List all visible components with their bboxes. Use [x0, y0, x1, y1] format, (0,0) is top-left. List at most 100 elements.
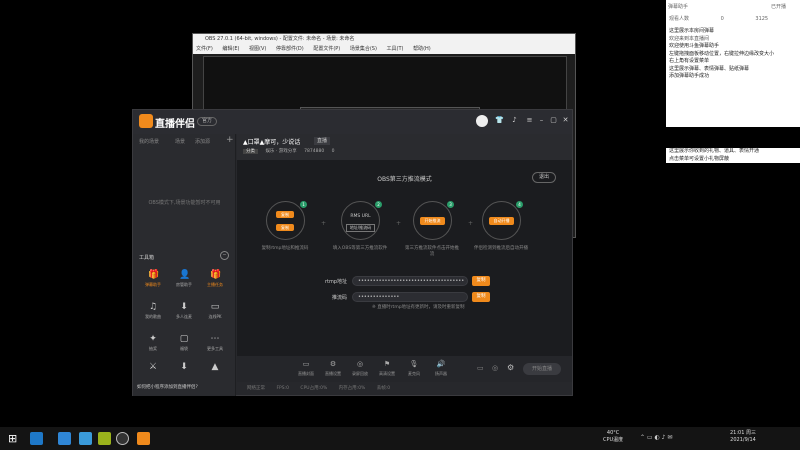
room-meta: 分类 娱乐 · 游戏分享 7874880 0: [243, 148, 341, 154]
menu-icon[interactable]: ≡: [525, 116, 534, 125]
obs-icon[interactable]: [116, 432, 129, 445]
stream-key-copy-button[interactable]: 复制: [472, 292, 490, 302]
room-category: 娱乐 · 游戏分享: [265, 149, 297, 154]
rtmp-field[interactable]: ••••••••••••••••••••••••••••••••••••: [352, 276, 468, 286]
tool-multi-mic[interactable]: ⬇ 多人连麦: [169, 302, 199, 328]
obs-menu-scene-collection[interactable]: 场景集合(S): [350, 46, 377, 52]
obs-menu-help[interactable]: 帮助(H): [413, 46, 431, 52]
plus-3: +: [468, 220, 474, 227]
obs-menu-file[interactable]: 文件(F): [196, 46, 213, 52]
obs-menu-docks[interactable]: 停靠部件(D): [276, 46, 304, 52]
tool-lucky-bag[interactable]: ▢ 福袋: [169, 334, 199, 360]
stream-key-label: 推流码: [331, 295, 347, 301]
avatar[interactable]: [476, 115, 488, 127]
app-icon[interactable]: [79, 432, 92, 445]
step-4-auto-button[interactable]: 自动开播: [489, 217, 514, 225]
download-icon: ⬇: [180, 302, 188, 312]
gift-panel: 这里展示你收到的礼物、道具、表情开通 点击菜单可设置小礼物屏蔽: [666, 148, 800, 163]
shirt-icon[interactable]: 👕: [495, 116, 504, 125]
danmu-stats: 观看人数 0 3125: [666, 15, 800, 22]
status-memory: 内存占用:0%: [338, 386, 366, 391]
rtmp-copy-button[interactable]: 复制: [472, 276, 490, 286]
clock-time: 21:01 周三: [730, 430, 756, 436]
room-title[interactable]: ▲口罩▲摩可，少说话: [243, 137, 300, 146]
bottom-cover-button[interactable]: ▭ 直播封面: [295, 360, 317, 377]
obs-menu-bar: 文件(F) 编辑(E) 视图(V) 停靠部件(D) 配置文件(P) 场景集合(S…: [193, 45, 575, 54]
ie-icon[interactable]: [30, 432, 43, 445]
step-3-badge: 3: [447, 201, 454, 208]
gift-line: 点击菜单可设置小礼物屏蔽: [669, 155, 730, 162]
tool-my-songs[interactable]: ♫ 我的歌曲: [138, 302, 168, 328]
danmu-panel[interactable]: 弹幕助手 已开播 观看人数 0 3125 这里展示本房间弹幕 欢迎来到本直播间 …: [666, 0, 800, 127]
obs-menu-profile[interactable]: 配置文件(P): [313, 46, 340, 52]
close-icon[interactable]: ✕: [561, 116, 570, 125]
version-pill[interactable]: 官方: [197, 117, 218, 126]
danmu-line: 这里展示本房间弹幕: [669, 28, 715, 34]
more-icon: ⋯: [210, 334, 220, 344]
obs-mode-panel: OBS第三方推流模式 退出 复制 复制 1 复制rtmp地址和推流码 + RMS…: [237, 160, 572, 356]
gift-icon: 🎁: [148, 270, 160, 280]
bottom-record-button[interactable]: ◎ 录屏回放: [349, 360, 371, 377]
tool-more[interactable]: ⋯ 更多工具: [200, 334, 230, 360]
category-button[interactable]: 分类: [243, 149, 258, 154]
bottom-hd-button[interactable]: ⚑ 高清设置: [376, 360, 398, 377]
promo-link[interactable]: 如何把小程序添加到直播伴侣?: [133, 380, 235, 396]
triangle-icon: ▲: [211, 362, 219, 372]
hot-count: 3125: [755, 16, 769, 22]
status-cpu: CPU占用:0%: [300, 386, 328, 391]
camera-icon[interactable]: ▭: [477, 364, 484, 372]
cpu-temp: 40°C CPU温度: [603, 430, 623, 444]
cpu-temp-value: 40°C: [606, 430, 620, 436]
download-icon: ⬇: [180, 362, 188, 372]
step-3-start-button[interactable]: 开始推流: [420, 217, 445, 225]
bag-icon: ▢: [179, 334, 189, 344]
step-4-text: 伴侣检测到推流后自动开播: [474, 246, 528, 251]
tool-pk[interactable]: ▭ 连线PK: [200, 302, 230, 328]
obs-menu-view[interactable]: 视图(V): [249, 46, 266, 52]
danmu-title: 弹幕助手: [668, 4, 689, 10]
tab-my-scenes[interactable]: 我的场景: [139, 138, 159, 145]
left-sidebar: 我的场景 场景 添加源 + OBS模式下,场景功能暂时不可用 工具箱 − 🎁 弹幕…: [133, 134, 236, 396]
circle-icon[interactable]: ◎: [492, 364, 498, 372]
start-live-button[interactable]: 开始直播: [523, 363, 561, 375]
bottom-settings-button[interactable]: ⚙ 直播设置: [322, 360, 344, 377]
tray-icons[interactable]: ⌃ ▭ ◐ ♪ ✉: [640, 434, 672, 441]
bottom-mic-button[interactable]: 🎙 麦克风: [403, 360, 425, 377]
app-icon[interactable]: [58, 432, 71, 445]
tool-danmu-assistant[interactable]: 🎁 弹幕助手: [138, 270, 168, 296]
room-tag: 直播: [314, 137, 331, 145]
step-1-copy-button-2[interactable]: 复制: [276, 224, 294, 231]
rtmp-hint: ※ 直播时rtmp地址有更新时，请及时重新复制: [372, 305, 465, 310]
step-1-badge: 1: [300, 201, 307, 208]
minimize-icon[interactable]: –: [537, 116, 546, 125]
gift-line: 这里展示你收到的礼物、道具、表情开通: [669, 148, 760, 154]
start-icon[interactable]: ⊞: [8, 432, 17, 445]
tool-anchor-task[interactable]: 🎁 主播任务: [200, 270, 230, 296]
tool-room-manager[interactable]: 👤 房管助手: [169, 270, 199, 296]
bell-icon[interactable]: ♪: [510, 116, 519, 125]
step-1-copy-button[interactable]: 复制: [276, 211, 294, 218]
tool-label: 多人连麦: [176, 314, 192, 319]
step-2-line2: 地址/推流码: [346, 224, 375, 232]
plus-2: +: [396, 220, 402, 227]
desktop: OBS 27.0.1 (64-bit, windows) - 配置文件: 未命名…: [0, 0, 800, 450]
collapse-icon[interactable]: −: [220, 251, 229, 260]
live-assistant-icon[interactable]: [137, 432, 150, 445]
obs-menu-tools[interactable]: 工具(T): [387, 46, 404, 52]
exit-button[interactable]: 退出: [532, 172, 556, 183]
bottom-label: 直播设置: [325, 371, 341, 376]
settings-icon: ⚙: [329, 360, 337, 368]
tool-lottery[interactable]: ✦ 抽奖: [138, 334, 168, 360]
step-2-text: 填入OBS等第三方推流软件: [332, 246, 388, 251]
maximize-icon[interactable]: ▢: [549, 116, 558, 125]
tab-scenes[interactable]: 场景: [175, 138, 185, 145]
app-icon[interactable]: [98, 432, 111, 445]
gear-icon[interactable]: ⚙: [507, 363, 514, 372]
clock[interactable]: 21:01 周三 2021/9/14: [730, 430, 756, 444]
bottom-speaker-button[interactable]: 🔊 扬声器: [430, 360, 452, 377]
stream-key-field[interactable]: ••••••••••••••: [352, 292, 468, 302]
add-scene-button[interactable]: +: [226, 135, 234, 145]
obs-menu-edit[interactable]: 编辑(E): [222, 46, 239, 52]
danmu-line: 左键拖拽面板移动位置，右键拉伸边缘改变大小: [669, 50, 775, 57]
tab-add-source[interactable]: 添加源: [195, 138, 210, 145]
